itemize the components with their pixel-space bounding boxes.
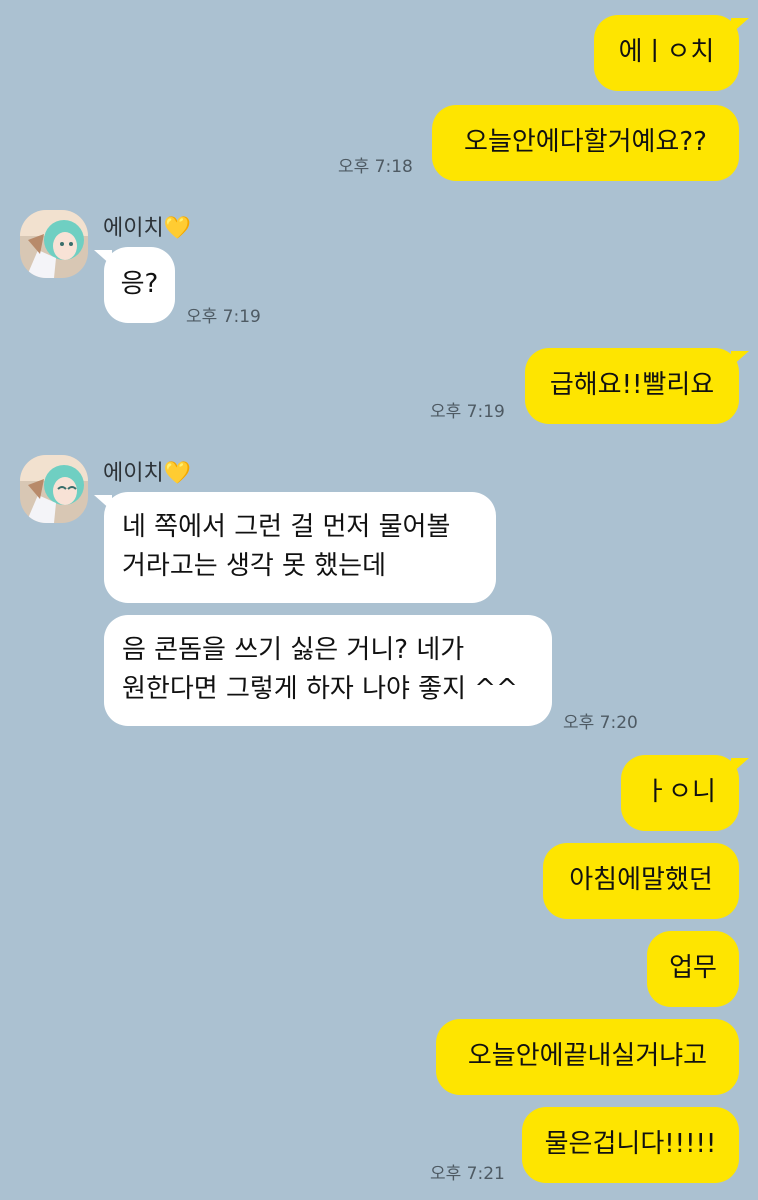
message-text: 오늘안에끝내실거냐고 [467, 1041, 708, 1071]
sent-message-bubble[interactable]: 오늘안에다할거예요?? [432, 105, 739, 181]
message-text: 물은겁니다!!!!! [544, 1129, 717, 1159]
received-message-bubble[interactable]: 음 콘돔을 쓰기 싫은 거니? 네가 원한다면 그렇게 하자 나야 좋지 ^^ [104, 615, 552, 726]
sender-name: 에이치💛 [103, 216, 192, 241]
sent-message-bubble[interactable]: 급해요!!빨리요 [525, 348, 749, 424]
avatar-image-icon [20, 455, 88, 523]
bubble-tail [94, 250, 112, 266]
message-text: 에ㅣㅇ치 [618, 37, 715, 67]
message-timestamp: 오후 7:18 [338, 157, 413, 177]
message-text: 오늘안에다할거예요?? [464, 127, 707, 157]
sent-message-bubble[interactable]: 업무 [647, 931, 739, 1007]
sent-message-bubble[interactable]: 오늘안에끝내실거냐고 [436, 1019, 739, 1095]
received-message-bubble[interactable]: 네 쪽에서 그런 걸 먼저 물어볼 거라고는 생각 못 했는데 [94, 492, 496, 603]
bubble-tail [94, 495, 112, 511]
sent-message-bubble[interactable]: ㅏㅇ니 [621, 755, 749, 831]
message-text-line: 원한다면 그렇게 하자 나야 좋지 ^^ [122, 674, 518, 704]
message-timestamp: 오후 7:19 [186, 307, 261, 327]
message-text-line: 네 쪽에서 그런 걸 먼저 물어볼 [122, 512, 451, 542]
message-text: 아침에말했던 [569, 865, 713, 895]
message-timestamp: 오후 7:20 [563, 713, 638, 733]
sent-message-bubble[interactable]: 아침에말했던 [543, 843, 739, 919]
sender-name: 에이치💛 [103, 461, 192, 486]
bubble-tail [731, 18, 749, 34]
avatar-image-icon [20, 210, 88, 278]
message-text: 응? [120, 269, 159, 299]
sent-message-bubble[interactable]: 물은겁니다!!!!! [522, 1107, 739, 1183]
message-timestamp: 오후 7:21 [430, 1164, 505, 1184]
bubble-tail [731, 758, 749, 774]
message-text-line: 거라고는 생각 못 했는데 [122, 551, 386, 581]
message-text-line: 음 콘돔을 쓰기 싫은 거니? 네가 [122, 635, 465, 665]
avatar[interactable] [20, 210, 88, 278]
received-message-bubble[interactable]: 응? [94, 247, 175, 323]
message-text: ㅏㅇ니 [644, 777, 716, 807]
bubble-tail [731, 351, 749, 367]
yellow-heart-icon: 💛 [163, 216, 192, 241]
yellow-heart-icon: 💛 [163, 461, 192, 486]
message-text: 업무 [669, 953, 717, 983]
message-text: 급해요!!빨리요 [549, 370, 715, 400]
avatar[interactable] [20, 455, 88, 523]
message-timestamp: 오후 7:19 [430, 402, 505, 422]
sent-message-bubble[interactable]: 에ㅣㅇ치 [594, 15, 749, 91]
